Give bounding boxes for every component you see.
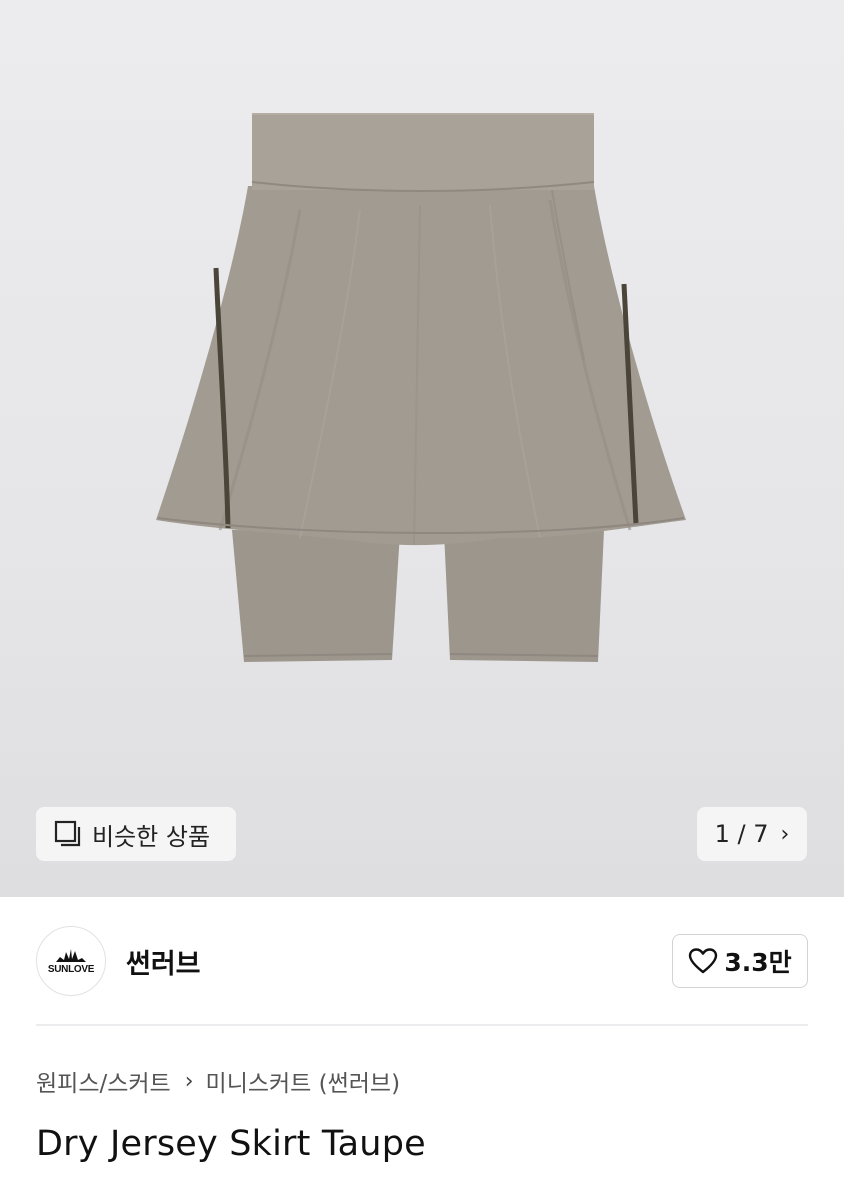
like-button[interactable]: 3.3만 (672, 934, 808, 988)
brand-name[interactable]: 썬러브 (126, 942, 201, 981)
brand-logo[interactable]: SUNLOVE (36, 926, 106, 996)
shorts-left-leg (232, 530, 400, 662)
shorts-right-leg (444, 530, 604, 662)
breadcrumb-category[interactable]: 원피스/스커트 (36, 1064, 171, 1098)
image-counter-button[interactable]: 1 / 7 › (697, 807, 807, 861)
sun-logo-icon (56, 949, 86, 962)
skirt-waistband (252, 114, 594, 190)
chevron-right-icon: › (184, 1068, 194, 1094)
product-image[interactable] (0, 0, 844, 897)
image-counter: 1 / 7 (714, 820, 769, 848)
similar-products-label: 비슷한 상품 (92, 822, 211, 851)
divider (36, 1024, 808, 1026)
product-title: Dry Jersey Skirt Taupe (36, 1124, 426, 1164)
chevron-right-icon: › (780, 821, 790, 847)
heart-outline-icon (689, 948, 718, 974)
skirt-body (156, 186, 686, 546)
product-image-gallery[interactable]: 비슷한 상품 1 / 7 › (0, 0, 844, 897)
like-count: 3.3만 (724, 948, 792, 977)
brand-logo-text: SUNLOVE (47, 964, 95, 975)
breadcrumb: 원피스/스커트 › 미니스커트 (썬러브) (36, 1064, 400, 1098)
brand-row: SUNLOVE 썬러브 3.3만 (36, 925, 808, 997)
breadcrumb-subcategory[interactable]: 미니스커트 (썬러브) (206, 1064, 401, 1098)
copy-stack-icon (54, 820, 82, 848)
similar-products-button[interactable]: 비슷한 상품 (36, 807, 236, 861)
